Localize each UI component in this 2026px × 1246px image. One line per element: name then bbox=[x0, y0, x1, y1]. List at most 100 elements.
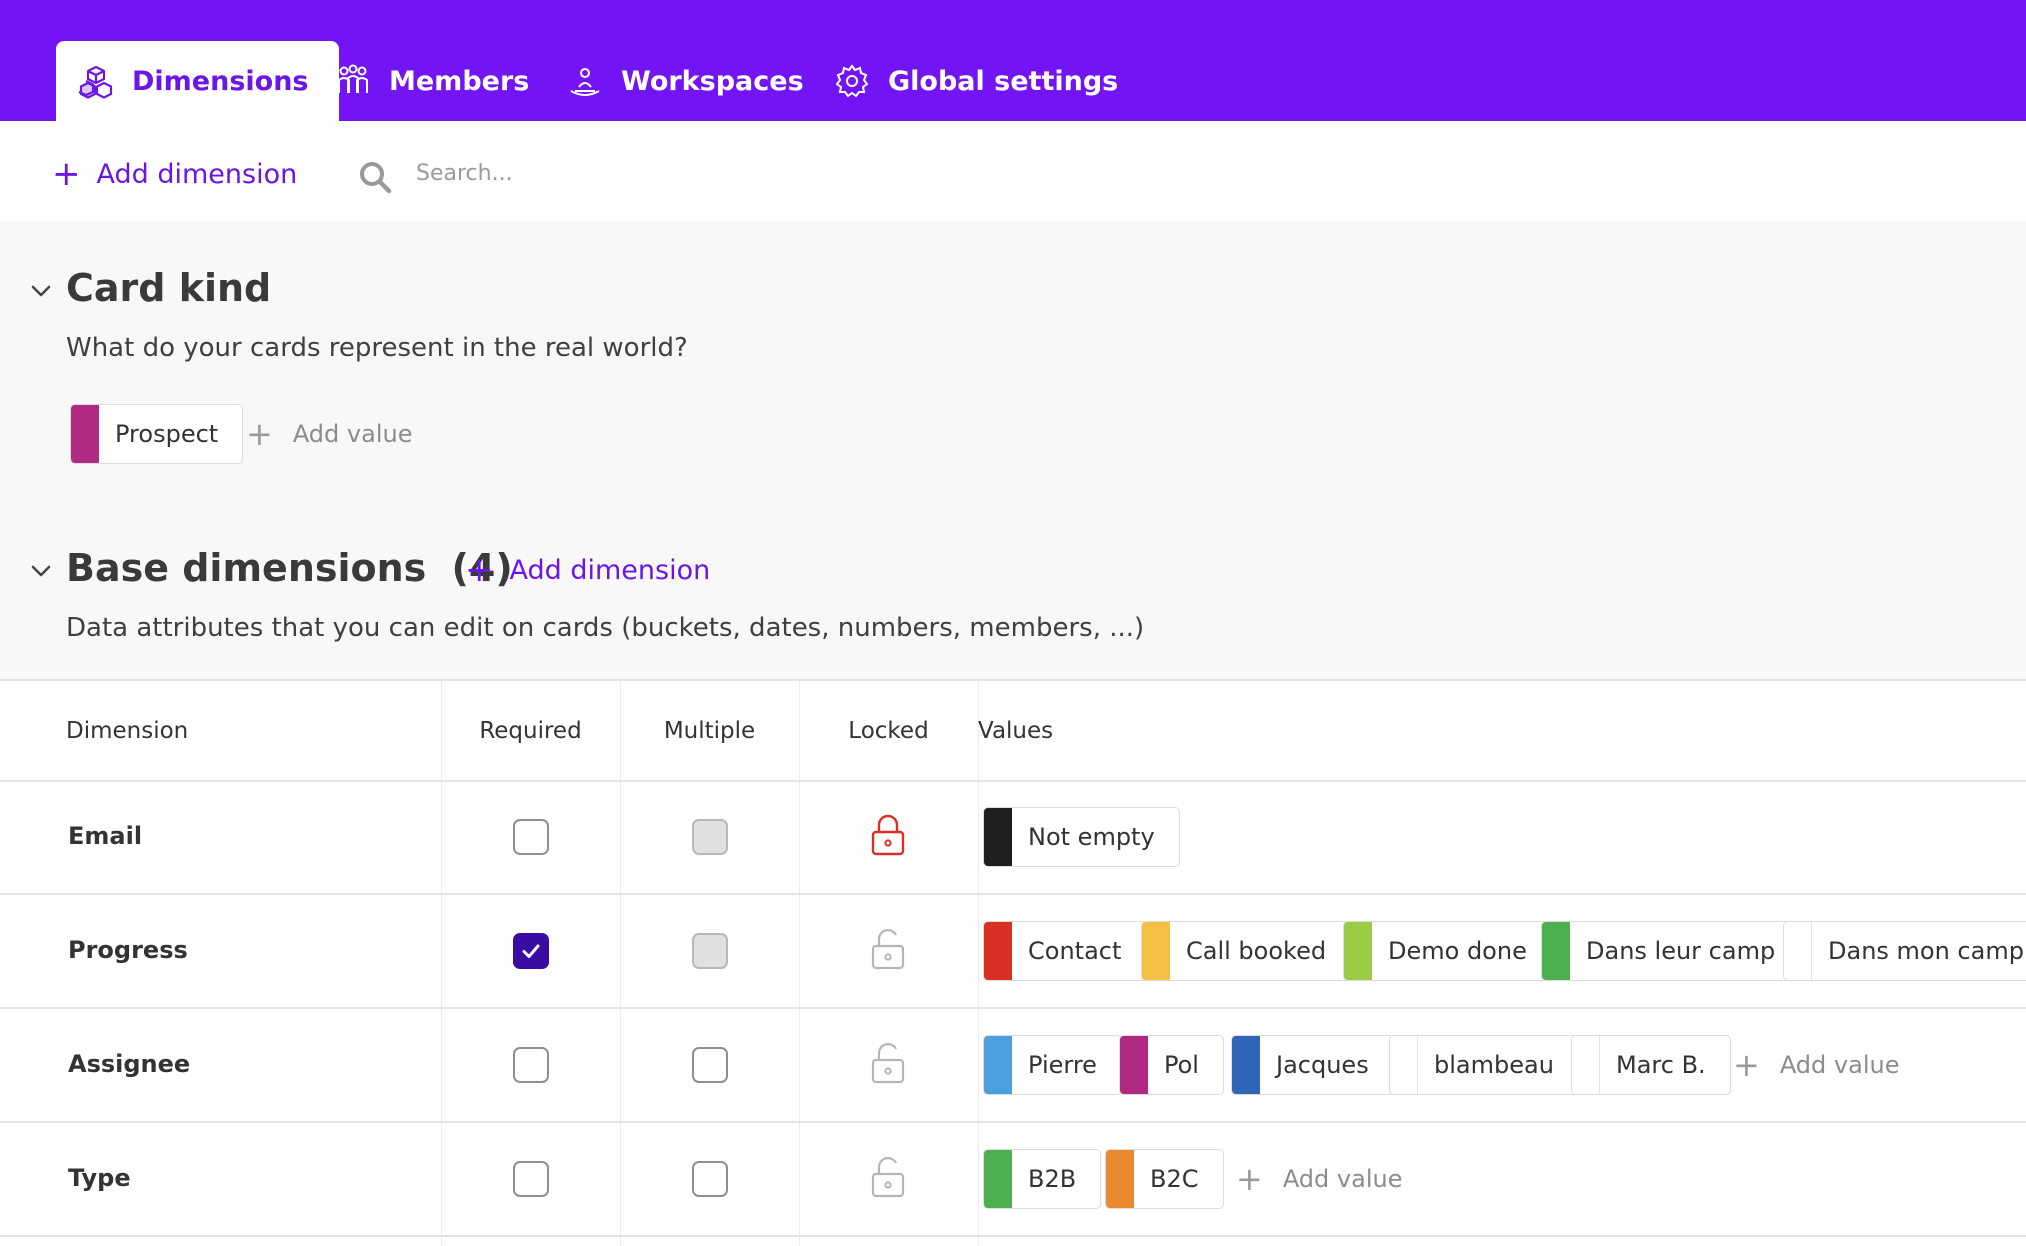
lock-closed-icon[interactable] bbox=[869, 812, 907, 858]
value-label: Prospect bbox=[115, 420, 219, 448]
value-label: blambeau bbox=[1434, 1051, 1554, 1079]
plus-icon: + bbox=[52, 154, 81, 194]
tab-dimensions[interactable]: Dimensions bbox=[56, 41, 339, 121]
value-chip[interactable]: Pierre bbox=[983, 1035, 1122, 1095]
header-required: Required bbox=[479, 718, 582, 744]
add-dimension-label: Add dimension bbox=[96, 158, 298, 190]
value-chip[interactable]: Demo done bbox=[1343, 921, 1552, 981]
row-label-type: Type bbox=[68, 1164, 131, 1192]
value-chip[interactable]: Contact bbox=[983, 921, 1147, 981]
color-swatch bbox=[984, 1036, 1012, 1094]
add-value-label: Add value bbox=[1779, 1051, 1900, 1079]
row-label-progress: Progress bbox=[68, 936, 188, 964]
add-value-button[interactable]: + Add value bbox=[246, 418, 412, 450]
color-swatch bbox=[71, 405, 99, 463]
header-locked: Locked bbox=[848, 718, 929, 744]
top-nav: Dimensions Members Workspaces Global set… bbox=[0, 0, 2026, 121]
lock-open-icon[interactable] bbox=[869, 1154, 907, 1200]
value-label: Pierre bbox=[1028, 1051, 1097, 1079]
add-value-button[interactable]: + Add value bbox=[1733, 1049, 1899, 1081]
value-label: Marc B. bbox=[1616, 1051, 1706, 1079]
color-swatch bbox=[1232, 1036, 1260, 1094]
value-label: Not empty bbox=[1028, 823, 1155, 851]
multiple-checkbox[interactable] bbox=[692, 1161, 728, 1197]
value-label: Demo done bbox=[1388, 937, 1527, 965]
color-swatch bbox=[1784, 922, 1812, 980]
value-label: B2B bbox=[1028, 1165, 1077, 1193]
multiple-checkbox[interactable] bbox=[692, 933, 728, 969]
value-chip[interactable]: blambeau bbox=[1389, 1035, 1579, 1095]
color-swatch bbox=[984, 808, 1012, 866]
value-chip[interactable]: Dans leur camp bbox=[1541, 921, 1801, 981]
value-chip[interactable]: B2C bbox=[1105, 1149, 1224, 1209]
tab-label: Global settings bbox=[888, 65, 1119, 97]
lock-open-icon[interactable] bbox=[869, 926, 907, 972]
value-chip[interactable]: Jacques bbox=[1231, 1035, 1394, 1095]
value-chip[interactable]: Pol bbox=[1119, 1035, 1224, 1095]
tab-label: Members bbox=[389, 65, 530, 97]
value-chip[interactable]: Prospect bbox=[70, 404, 244, 464]
color-swatch bbox=[1390, 1036, 1418, 1094]
tab-label: Dimensions bbox=[132, 65, 309, 97]
tab-label: Workspaces bbox=[621, 65, 804, 97]
color-swatch bbox=[984, 922, 1012, 980]
color-swatch bbox=[984, 1150, 1012, 1208]
base-dimensions-title: Base dimensions (4) bbox=[66, 546, 513, 590]
plus-icon: + bbox=[1236, 1160, 1263, 1198]
chevron-down-icon[interactable] bbox=[28, 558, 54, 584]
color-swatch bbox=[1572, 1036, 1600, 1094]
value-label: Call booked bbox=[1186, 937, 1327, 965]
required-checkbox[interactable] bbox=[513, 1161, 549, 1197]
row-label-assignee: Assignee bbox=[68, 1050, 191, 1078]
row-divider bbox=[0, 1235, 2026, 1237]
add-dimension-button[interactable]: + Add dimension bbox=[465, 553, 710, 587]
tab-global-settings[interactable]: Global settings bbox=[832, 41, 1118, 121]
search-icon bbox=[360, 162, 392, 194]
chevron-down-icon[interactable] bbox=[28, 278, 54, 304]
row-divider bbox=[0, 780, 2026, 782]
required-checkbox[interactable] bbox=[513, 1047, 549, 1083]
value-label: Contact bbox=[1028, 937, 1122, 965]
value-label: Jacques bbox=[1276, 1051, 1369, 1079]
value-chip[interactable]: Marc B. bbox=[1571, 1035, 1731, 1095]
card-kind-description: What do your cards represent in the real… bbox=[66, 333, 688, 363]
required-checkbox[interactable] bbox=[513, 933, 549, 969]
base-dimensions-description: Data attributes that you can edit on car… bbox=[66, 613, 1145, 643]
toolbar: + Add dimension bbox=[0, 121, 2026, 221]
tab-members[interactable]: Members bbox=[333, 41, 529, 121]
tab-workspaces[interactable]: Workspaces bbox=[565, 41, 804, 121]
row-divider bbox=[0, 1121, 2026, 1123]
value-label: Dans mon camp bbox=[1828, 937, 2024, 965]
value-chip[interactable]: Not empty bbox=[983, 807, 1180, 867]
card-kind-title: Card kind bbox=[66, 266, 272, 310]
plus-icon: + bbox=[1733, 1046, 1760, 1084]
value-chip[interactable]: Call booked bbox=[1141, 921, 1352, 981]
checkmark-icon bbox=[522, 944, 540, 958]
color-swatch bbox=[1106, 1150, 1134, 1208]
header-multiple: Multiple bbox=[663, 718, 756, 744]
row-divider bbox=[0, 1007, 2026, 1009]
value-chip[interactable]: B2B bbox=[983, 1149, 1102, 1209]
search-input[interactable] bbox=[416, 151, 916, 195]
add-value-button[interactable]: + Add value bbox=[1236, 1163, 1402, 1195]
add-value-label: Add value bbox=[1282, 1165, 1403, 1193]
dimensions-table: Dimension Required Multiple Locked Value… bbox=[0, 679, 2026, 1246]
gear-icon bbox=[832, 61, 872, 101]
add-dimension-button[interactable]: + Add dimension bbox=[52, 157, 297, 191]
members-icon bbox=[333, 61, 373, 101]
value-label: Pol bbox=[1164, 1051, 1199, 1079]
row-label-email: Email bbox=[68, 822, 143, 850]
value-label: Dans leur camp bbox=[1586, 937, 1776, 965]
header-dimension: Dimension bbox=[66, 718, 189, 744]
row-divider bbox=[0, 893, 2026, 895]
required-checkbox[interactable] bbox=[513, 819, 549, 855]
header-values: Values bbox=[978, 718, 1054, 744]
lock-open-icon[interactable] bbox=[869, 1040, 907, 1086]
color-swatch bbox=[1344, 922, 1372, 980]
color-swatch bbox=[1120, 1036, 1148, 1094]
add-dimension-label: Add dimension bbox=[509, 554, 711, 586]
multiple-checkbox[interactable] bbox=[692, 1047, 728, 1083]
multiple-checkbox[interactable] bbox=[692, 819, 728, 855]
value-chip[interactable]: Dans mon camp bbox=[1783, 921, 2026, 981]
add-value-label: Add value bbox=[292, 420, 413, 448]
